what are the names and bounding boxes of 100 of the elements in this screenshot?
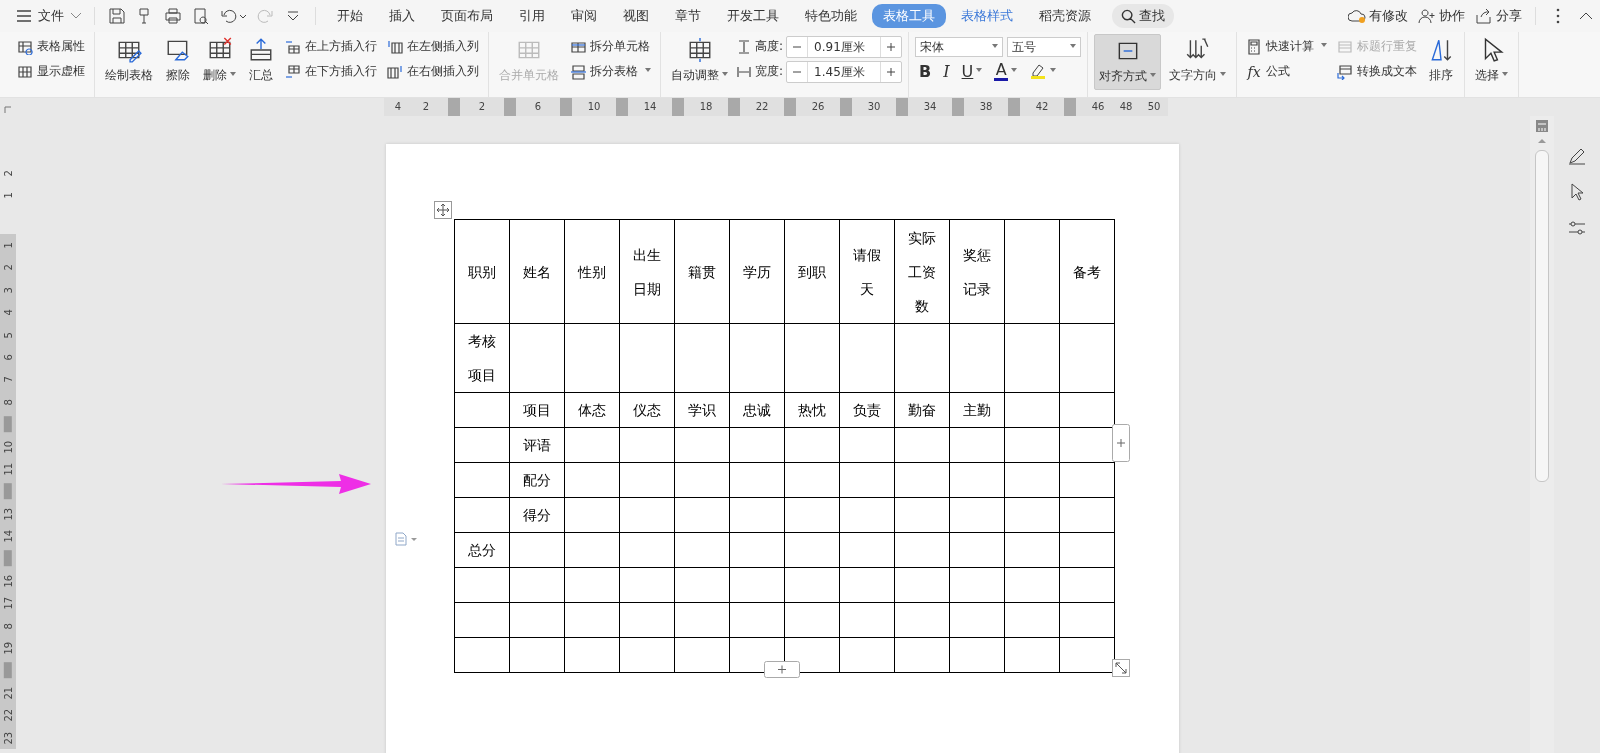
ribbon-tab[interactable]: 页面布局 [430, 4, 504, 28]
ruler-marker[interactable] [616, 98, 628, 116]
ruler-number: 1 [1, 191, 15, 201]
ruler-number: 10 [586, 100, 602, 114]
font-size-select[interactable]: 五号 [1007, 37, 1082, 57]
ruler-marker[interactable] [672, 98, 684, 116]
toolbar-action-button[interactable]: 协作 [1418, 7, 1465, 25]
ruler-number: 14 [1, 528, 15, 545]
ribbon-tab[interactable]: 开发工具 [716, 4, 790, 28]
scrollbar-thumb[interactable] [1535, 150, 1549, 482]
header-cell: 职别 [454, 219, 510, 324]
table-cell: 主勤 [949, 392, 1005, 428]
ribbon-button[interactable]: 在左侧插入列 [384, 34, 482, 59]
ribbon-button[interactable]: 拆分单元格 [567, 34, 654, 59]
print-preview-icon[interactable] [192, 7, 210, 25]
ruler-marker[interactable] [504, 98, 516, 116]
ruler-number: 21 [1, 685, 15, 701]
ribbon-button[interactable]: 汇总 [244, 34, 278, 90]
format-button[interactable]: U [957, 60, 987, 82]
column-right-icon [387, 63, 403, 80]
ribbon-tab[interactable]: 插入 [378, 4, 426, 28]
add-row-button[interactable] [764, 661, 800, 678]
ribbon-button[interactable]: 排序 [1424, 34, 1459, 90]
ruler-marker[interactable] [448, 98, 460, 116]
ruler-toggle-icon[interactable] [1536, 120, 1548, 132]
ribbon-button[interactable]: 转换成文本 [1334, 59, 1421, 84]
ribbon-button[interactable]: 删除 [199, 34, 240, 90]
ruler-number: 8 [1, 397, 15, 408]
ribbon-button[interactable]: 选择 [1471, 34, 1513, 90]
resize-handle-icon[interactable] [1112, 659, 1130, 677]
format-button[interactable]: I [939, 60, 954, 82]
ruler-number: 30 [866, 100, 882, 114]
pencil-icon[interactable] [1567, 146, 1587, 166]
toolbar-action-button[interactable]: 分享 [1475, 7, 1522, 25]
ribbon-tab[interactable]: 章节 [664, 4, 712, 28]
format-button[interactable]: B [915, 60, 936, 82]
ruler-marker[interactable] [896, 98, 908, 116]
table-cell: 配分 [509, 462, 565, 498]
sum-box-icon [248, 37, 274, 63]
ruler-marker[interactable] [1064, 98, 1076, 116]
ribbon-button[interactable]: 对齐方式 [1094, 34, 1162, 90]
ruler-number: 3 [1, 285, 15, 296]
redo-icon[interactable] [256, 7, 274, 25]
ribbon-button[interactable]: 绘制表格 [101, 34, 157, 90]
document-icon[interactable] [394, 532, 418, 546]
settings-sliders-icon[interactable] [1567, 218, 1587, 238]
ribbon-tab[interactable]: 开始 [326, 4, 374, 28]
header-cell: 籍贯 [674, 219, 730, 324]
ruler-number: 34 [922, 100, 938, 114]
ruler-marker[interactable] [4, 662, 12, 679]
spin-field[interactable]: 1.45厘米 [786, 60, 903, 83]
font-family-select[interactable]: 宋体 [915, 37, 1004, 57]
ruler-marker[interactable] [840, 98, 852, 116]
ribbon-button[interactable]: 文字方向 [1165, 34, 1231, 90]
table-cell: 学识 [674, 392, 730, 428]
ribbon-tab[interactable]: 引用 [508, 4, 556, 28]
ribbon-button[interactable]: 表格属性 [14, 34, 88, 59]
scroll-up-icon[interactable] [1537, 138, 1547, 144]
ribbon-button[interactable]: 在右侧插入列 [384, 59, 482, 84]
ribbon-tab[interactable]: 审阅 [560, 4, 608, 28]
ruler-marker[interactable] [784, 98, 796, 116]
ruler-number: 16 [1, 573, 15, 590]
ruler-number: 50 [1146, 100, 1162, 114]
move-handle-icon[interactable] [434, 201, 452, 219]
ribbon-button[interactable]: 在上方插入行 [282, 34, 380, 59]
file-menu-button[interactable]: 文件 [12, 7, 86, 25]
ribbon-tab[interactable]: 视图 [612, 4, 660, 28]
ruler-marker[interactable] [728, 98, 740, 116]
print-icon[interactable] [164, 7, 182, 25]
ruler-number: 2 [1, 169, 15, 179]
ribbon-button[interactable]: 自动调整 [667, 34, 732, 90]
row-below-icon [285, 63, 301, 80]
table-cell: 勤奋 [894, 392, 950, 428]
ruler-marker[interactable] [4, 416, 12, 433]
field-label: 高度: [755, 38, 784, 55]
ribbon-tab[interactable]: 表格样式 [950, 4, 1024, 28]
ruler-number: 48 [1118, 100, 1134, 114]
ruler-number: 7 [1, 375, 15, 385]
spin-field[interactable]: 0.91厘米 [786, 35, 903, 58]
ruler-marker[interactable] [952, 98, 964, 116]
split-table-icon [570, 63, 586, 80]
add-column-button[interactable] [1112, 424, 1130, 462]
search-button[interactable]: 查找 [1112, 4, 1174, 28]
ribbon-tab[interactable]: 特色功能 [794, 4, 868, 28]
ribbon-button[interactable]: 在下方插入行 [282, 59, 380, 84]
toolbar-action-button[interactable]: 有修改 [1348, 7, 1408, 25]
ribbon-button[interactable]: 擦除 [161, 34, 195, 90]
ruler-marker[interactable] [1008, 98, 1020, 116]
ribbon-button[interactable]: 快速计算 [1243, 34, 1331, 59]
ribbon-button[interactable]: fx 公式 [1243, 59, 1331, 84]
format-button[interactable]: A [990, 60, 1022, 82]
ribbon-button[interactable]: 拆分表格 [567, 59, 654, 84]
ruler-marker[interactable] [4, 550, 12, 567]
ruler-marker[interactable] [560, 98, 572, 116]
ruler-number: 11 [1, 461, 15, 478]
ribbon-tab[interactable]: 稻壳资源 [1028, 4, 1102, 28]
ribbon-button[interactable]: 显示虚框 [14, 59, 88, 84]
save-icon[interactable] [108, 7, 126, 25]
ruler-marker[interactable] [4, 483, 12, 500]
undo-icon[interactable] [220, 7, 246, 25]
